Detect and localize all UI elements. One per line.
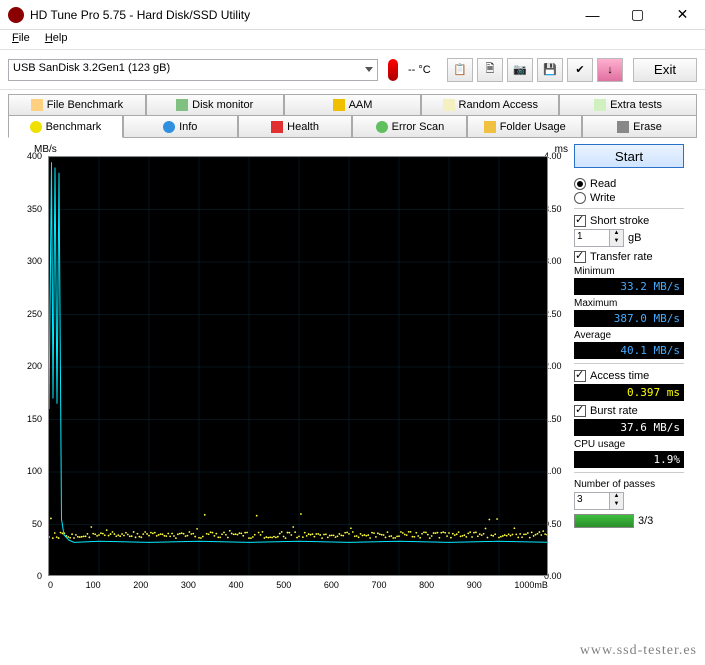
avg-label: Average (574, 330, 684, 341)
passes-progress-bar (574, 514, 634, 528)
chart-canvas (48, 156, 548, 576)
save-button[interactable]: 💾 (537, 58, 563, 82)
device-select[interactable]: USB SanDisk 3.2Gen1 (123 gB) (8, 59, 378, 81)
window-title: HD Tune Pro 5.75 - Hard Disk/SSD Utility (30, 8, 570, 22)
close-button[interactable]: ✕ (660, 0, 705, 30)
start-button[interactable]: Start (574, 144, 684, 168)
tab-aam[interactable]: AAM (284, 94, 422, 116)
benchmark-chart: MB/s ms 050100150200250300350400 0.000.5… (8, 144, 568, 600)
minimize-to-tray-button[interactable]: ↓ (597, 58, 623, 82)
app-icon (8, 7, 24, 23)
trash-icon (617, 121, 629, 133)
bulb-icon (30, 121, 42, 133)
cpu-label: CPU usage (574, 439, 684, 450)
minimize-button[interactable]: — (570, 0, 615, 30)
passes-progress-text: 3/3 (638, 515, 653, 527)
short-stroke-spin[interactable]: 1▲▼ (574, 229, 624, 247)
toolbar: USB SanDisk 3.2Gen1 (123 gB) -- °C 📋 🗎 📷… (0, 50, 705, 90)
min-value: 33.2 MB/s (574, 278, 684, 295)
avg-value: 40.1 MB/s (574, 342, 684, 359)
menubar: File Help (0, 30, 705, 50)
access-time-check[interactable] (574, 370, 586, 382)
min-label: Minimum (574, 266, 684, 277)
copy-screenshot-button[interactable]: 🗎 (477, 58, 503, 82)
write-radio[interactable] (574, 192, 586, 204)
tab-health[interactable]: Health (238, 116, 353, 138)
tab-folder-usage[interactable]: Folder Usage (467, 116, 582, 138)
transfer-rate-check[interactable] (574, 251, 586, 263)
plus-icon (271, 121, 283, 133)
tab-random-access[interactable]: Random Access (421, 94, 559, 116)
tab-file-benchmark[interactable]: File Benchmark (8, 94, 146, 116)
thermometer-icon (388, 59, 398, 81)
read-radio[interactable] (574, 178, 586, 190)
tab-container: File Benchmark Disk monitor AAM Random A… (0, 90, 705, 138)
max-label: Maximum (574, 298, 684, 309)
maximize-button[interactable]: ▢ (615, 0, 660, 30)
passes-spin[interactable]: 3▲▼ (574, 492, 624, 510)
side-panel: Start Read Write Short stroke 1▲▼ gB Tra… (574, 144, 684, 600)
tab-error-scan[interactable]: Error Scan (352, 116, 467, 138)
temperature-readout: -- °C (408, 64, 431, 76)
tab-row-1: File Benchmark Disk monitor AAM Random A… (8, 94, 697, 116)
folder-icon (484, 121, 496, 133)
tab-benchmark[interactable]: Benchmark (8, 116, 123, 138)
magnifier-icon (376, 121, 388, 133)
short-stroke-check[interactable] (574, 215, 586, 227)
tab-extra-tests[interactable]: Extra tests (559, 94, 697, 116)
options-button[interactable]: ✔ (567, 58, 593, 82)
tab-erase[interactable]: Erase (582, 116, 697, 138)
tab-disk-monitor[interactable]: Disk monitor (146, 94, 284, 116)
titlebar: HD Tune Pro 5.75 - Hard Disk/SSD Utility… (0, 0, 705, 30)
passes-label: Number of passes (574, 479, 684, 490)
exit-button[interactable]: Exit (633, 58, 697, 82)
menu-file[interactable]: File (6, 32, 36, 44)
tab-row-2: Benchmark Info Health Error Scan Folder … (8, 116, 697, 138)
info-icon (163, 121, 175, 133)
screenshot-button[interactable]: 📷 (507, 58, 533, 82)
burst-rate-check[interactable] (574, 405, 586, 417)
copy-info-button[interactable]: 📋 (447, 58, 473, 82)
menu-help[interactable]: Help (39, 32, 74, 44)
max-value: 387.0 MB/s (574, 310, 684, 327)
watermark: www.ssd-tester.es (580, 643, 697, 659)
access-time-value: 0.397 ms (574, 384, 684, 401)
burst-rate-value: 37.6 MB/s (574, 419, 684, 436)
cpu-value: 1.9% (574, 451, 684, 468)
tab-info[interactable]: Info (123, 116, 238, 138)
